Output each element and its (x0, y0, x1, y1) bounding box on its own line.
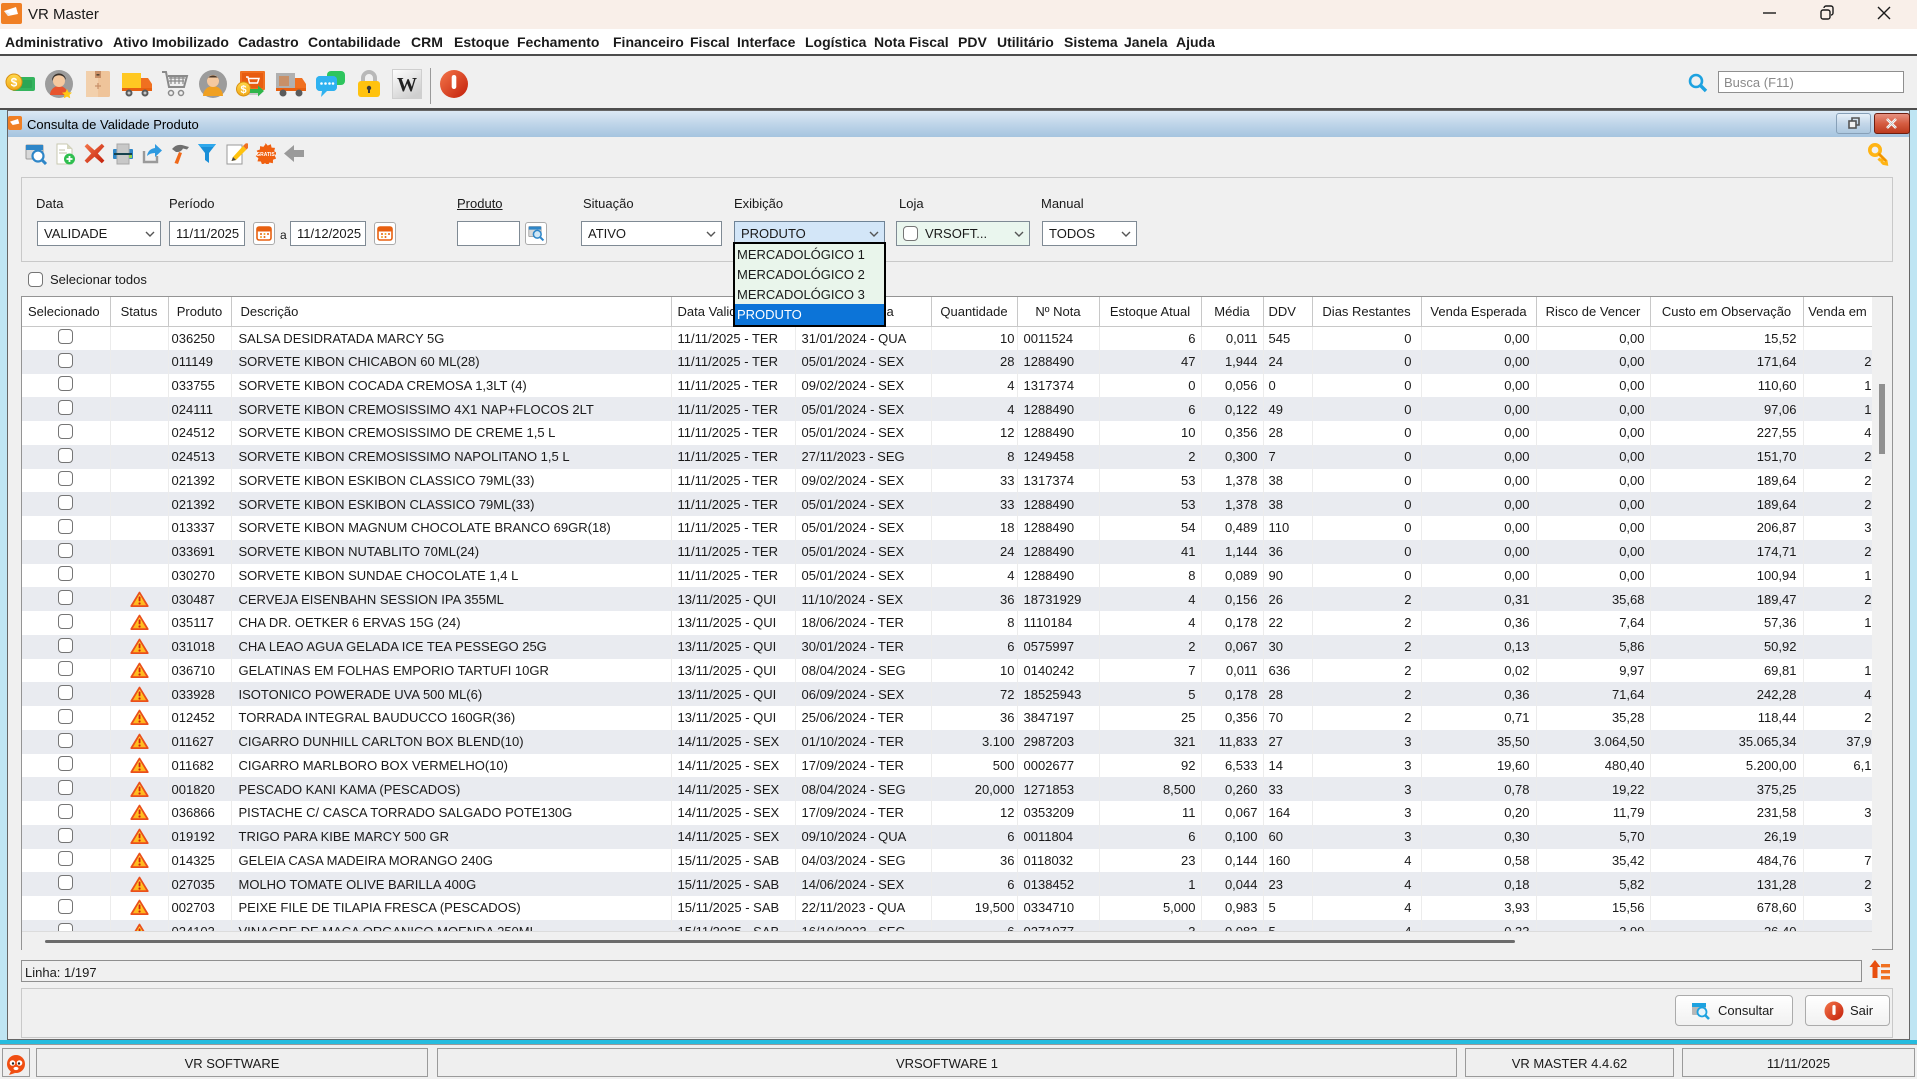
svg-text:$: $ (240, 84, 246, 96)
svg-text:$: $ (11, 76, 18, 90)
svg-text:W: W (397, 74, 417, 96)
svg-text:GRATIS: GRATIS (256, 152, 275, 158)
